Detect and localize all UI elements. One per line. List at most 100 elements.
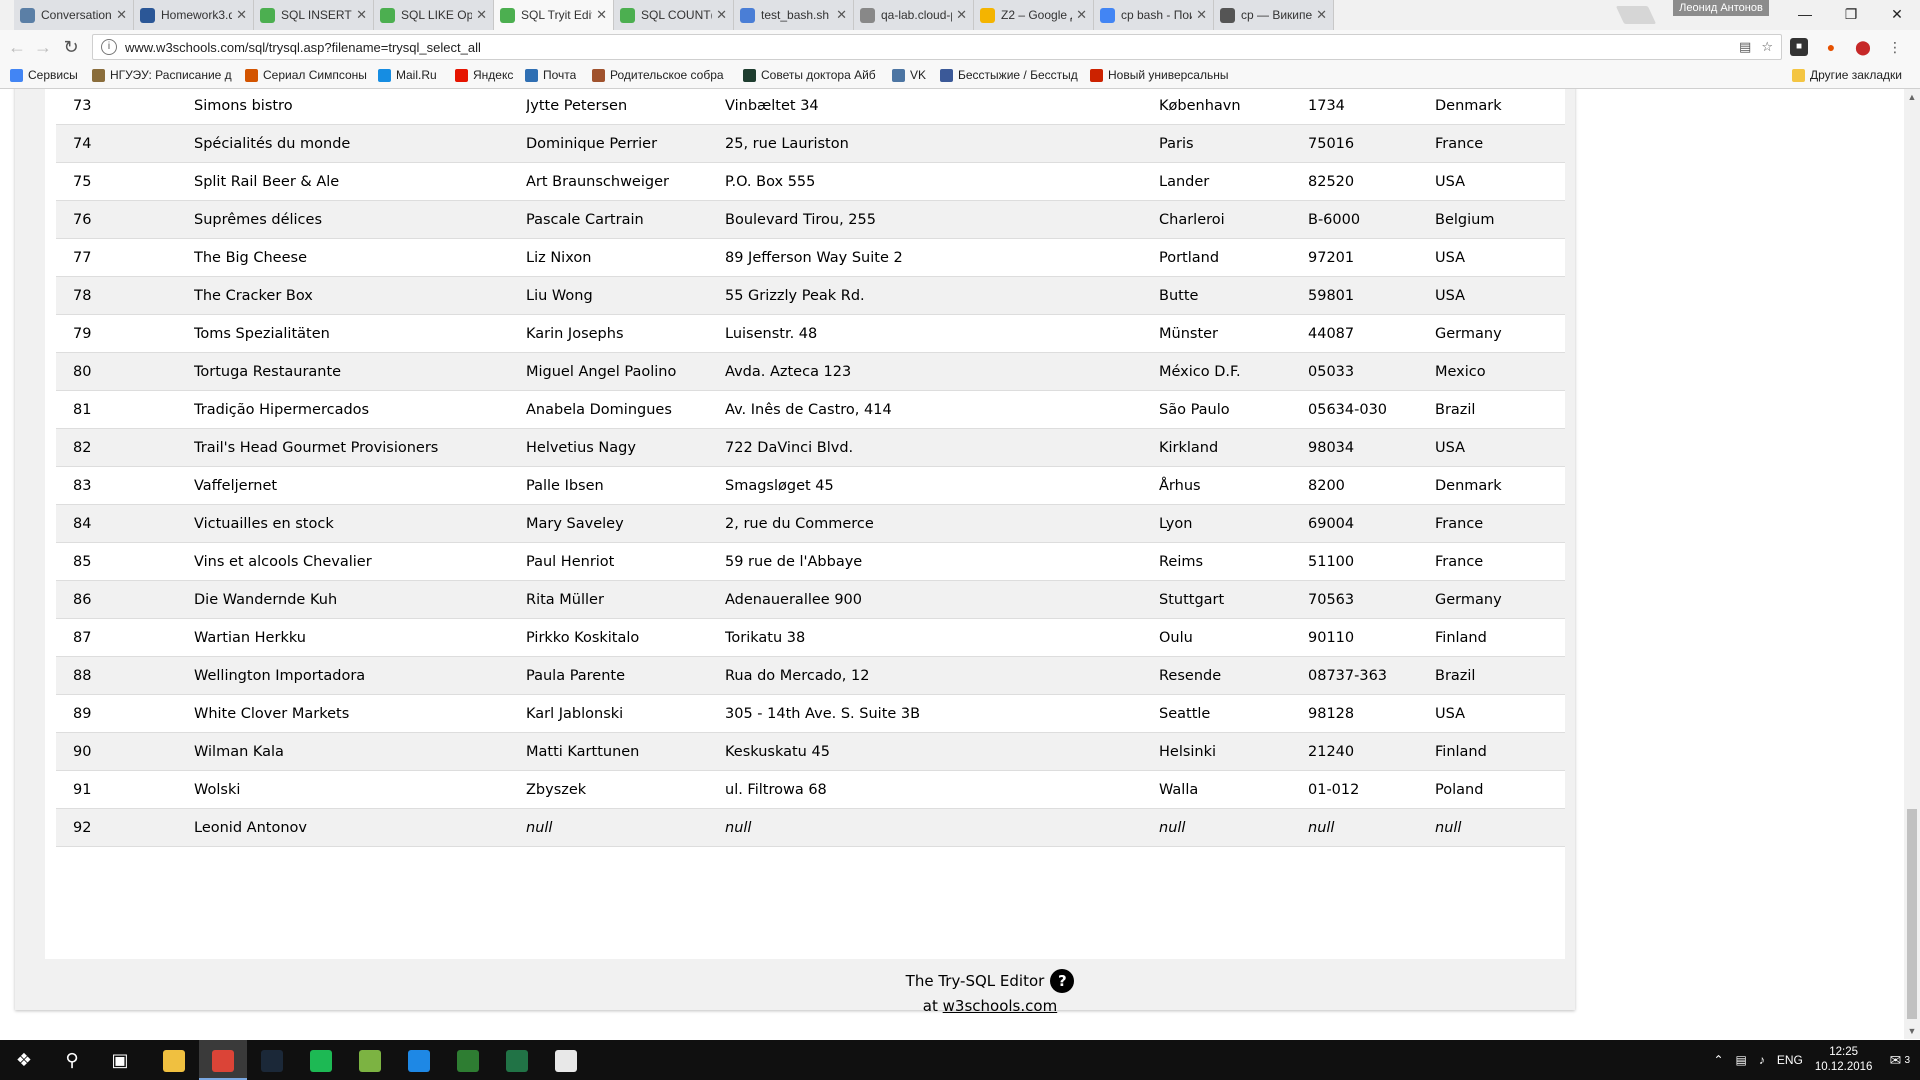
tab-close-icon[interactable]: ✕ <box>1316 7 1327 23</box>
bookmark-item[interactable]: Сериал Симпсоны <box>245 68 367 82</box>
tray-chevron-up-icon[interactable]: ⌃ <box>1713 1053 1723 1067</box>
bookmark-star-icon[interactable]: ☆ <box>1761 39 1773 55</box>
windows-taskbar: ❖ ⚲ ▣ ⌃ ▤ ♪ ENG 12:25 10.12.2016 ✉ 3 <box>0 1040 1920 1080</box>
bookmark-item[interactable]: Советы доктора Айб <box>743 68 876 82</box>
adblock-extension-icon[interactable]: ⬤ <box>1854 38 1872 56</box>
tab-close-icon[interactable]: ✕ <box>1076 7 1087 23</box>
bookmark-item[interactable]: Mail.Ru <box>378 68 437 82</box>
translate-icon[interactable]: ▤ <box>1739 39 1751 55</box>
cell-city: Paris <box>1159 124 1308 163</box>
taskbar-app[interactable] <box>395 1040 443 1080</box>
tab-close-icon[interactable]: ✕ <box>236 7 247 23</box>
browser-tab[interactable]: SQL COUNT() F ✕ <box>614 0 734 30</box>
browser-tab[interactable]: cp bash - Поис ✕ <box>1094 0 1214 30</box>
cell-contact: Liz Nixon <box>526 238 725 277</box>
browser-tab[interactable]: Conversations ✕ <box>14 0 134 30</box>
cell-id: 89 <box>56 694 194 733</box>
cell-city: Lander <box>1159 162 1308 201</box>
other-bookmarks[interactable]: Другие закладки <box>1792 68 1902 82</box>
w3schools-link[interactable]: w3schools.com <box>943 997 1058 1015</box>
tab-close-icon[interactable]: ✕ <box>476 7 487 23</box>
bookmark-item[interactable]: VK <box>892 68 926 82</box>
browser-tab[interactable]: cp — Википед ✕ <box>1214 0 1334 30</box>
cell-name: Wilman Kala <box>194 732 526 771</box>
cell-country: France <box>1435 542 1565 581</box>
cell-contact: Rita Müller <box>526 580 725 619</box>
forward-icon[interactable]: → <box>32 36 54 58</box>
reload-icon[interactable]: ↻ <box>60 36 82 58</box>
tab-close-icon[interactable]: ✕ <box>836 7 847 23</box>
tab-title: SQL COUNT() F <box>641 8 712 22</box>
minimize-icon[interactable]: — <box>1782 0 1828 28</box>
browser-tab[interactable]: SQL LIKE Opera✕ <box>374 0 494 30</box>
url-text[interactable]: www.w3schools.com/sql/trysql.asp?filenam… <box>125 40 481 55</box>
extension-icon[interactable]: ■ <box>1790 38 1808 56</box>
bookmark-icon <box>592 68 605 82</box>
scroll-down-icon[interactable]: ▼ <box>1904 1023 1920 1039</box>
cell-id: 90 <box>56 732 194 771</box>
notifications-icon[interactable]: ✉ <box>1884 1049 1906 1071</box>
cell-address: 59 rue de l'Abbaye <box>725 542 1159 581</box>
scrollbar-thumb[interactable] <box>1907 809 1917 1019</box>
tab-close-icon[interactable]: ✕ <box>716 7 727 23</box>
page-scrollbar[interactable]: ▲ ▼ <box>1904 89 1920 1039</box>
cell-city: México D.F. <box>1159 352 1308 391</box>
task-view-icon[interactable]: ▣ <box>96 1040 144 1080</box>
bookmark-item[interactable]: Родительское собра <box>592 68 724 82</box>
taskbar-app[interactable] <box>542 1040 590 1080</box>
bookmark-icon <box>245 68 258 82</box>
new-tab-button[interactable] <box>1615 6 1657 24</box>
bookmark-item[interactable]: Почта <box>525 68 576 82</box>
bookmark-item[interactable]: НГУЭУ: Расписание д <box>92 68 232 82</box>
cell-id: 84 <box>56 504 194 543</box>
browser-tab[interactable]: test_bash.sh - G ✕ <box>734 0 854 30</box>
info-icon[interactable]: i <box>101 39 117 55</box>
back-icon[interactable]: ← <box>6 36 28 58</box>
address-bar[interactable]: i www.w3schools.com/sql/trysql.asp?filen… <box>92 34 1782 60</box>
taskbar-app[interactable] <box>444 1040 492 1080</box>
restore-icon[interactable]: ❐ <box>1828 0 1874 28</box>
bookmark-item[interactable]: Бесстыжие / Бесстыд <box>940 68 1078 82</box>
clock[interactable]: 12:25 10.12.2016 <box>1815 1045 1873 1075</box>
browser-tab[interactable]: Homework3.do ✕ <box>134 0 254 30</box>
bookmark-item[interactable]: Новый универсальны <box>1090 68 1228 82</box>
cell-id: 88 <box>56 656 194 695</box>
bookmark-item[interactable]: Яндекс <box>455 68 513 82</box>
volume-icon[interactable]: ♪ <box>1759 1053 1765 1067</box>
close-window-icon[interactable]: ✕ <box>1874 0 1920 28</box>
cell-name: Suprêmes délices <box>194 200 526 239</box>
search-icon[interactable]: ⚲ <box>48 1040 96 1080</box>
menu-icon[interactable]: ⋮ <box>1886 38 1904 56</box>
profile-button[interactable]: Леонид Антонов <box>1673 0 1769 16</box>
taskbar-app[interactable] <box>346 1040 394 1080</box>
system-tray: ⌃ ▤ ♪ ENG 12:25 10.12.2016 ✉ 3 <box>1713 1040 1920 1080</box>
cell-contact: Jytte Petersen <box>526 89 725 125</box>
taskbar-app[interactable] <box>297 1040 345 1080</box>
tab-close-icon[interactable]: ✕ <box>1196 7 1207 23</box>
network-icon[interactable]: ▤ <box>1736 1053 1747 1067</box>
browser-tab[interactable]: SQL INSERT INT ✕ <box>254 0 374 30</box>
tab-close-icon[interactable]: ✕ <box>356 7 367 23</box>
browser-toolbar: ← → ↻ i www.w3schools.com/sql/trysql.asp… <box>0 30 1920 65</box>
taskbar-app[interactable] <box>493 1040 541 1080</box>
tab-close-icon[interactable]: ✕ <box>596 7 607 23</box>
browser-tab[interactable]: qa-lab.cloud-p ✕ <box>854 0 974 30</box>
tab-title: test_bash.sh - G <box>761 8 832 22</box>
browser-tab[interactable]: SQL Tryit Editor ✕ <box>494 0 614 30</box>
tab-close-icon[interactable]: ✕ <box>116 7 127 23</box>
taskbar-app[interactable] <box>150 1040 198 1080</box>
start-windows-icon[interactable]: ❖ <box>0 1040 48 1080</box>
help-icon[interactable]: ? <box>1050 969 1075 993</box>
taskbar-app[interactable] <box>248 1040 296 1080</box>
flame-extension-icon[interactable]: ● <box>1822 38 1840 56</box>
tab-title: SQL LIKE Opera <box>401 8 473 22</box>
taskbar-app[interactable] <box>199 1040 247 1080</box>
language-indicator[interactable]: ENG <box>1777 1053 1803 1067</box>
bookmark-item[interactable]: Сервисы <box>10 68 78 82</box>
scroll-up-icon[interactable]: ▲ <box>1904 89 1920 105</box>
cell-postal: null <box>1308 808 1435 847</box>
yandex-icon <box>455 68 468 82</box>
browser-tab[interactable]: Z2 – Google Ди ✕ <box>974 0 1094 30</box>
tab-close-icon[interactable]: ✕ <box>956 7 967 23</box>
cell-address: Adenauerallee 900 <box>725 580 1159 619</box>
